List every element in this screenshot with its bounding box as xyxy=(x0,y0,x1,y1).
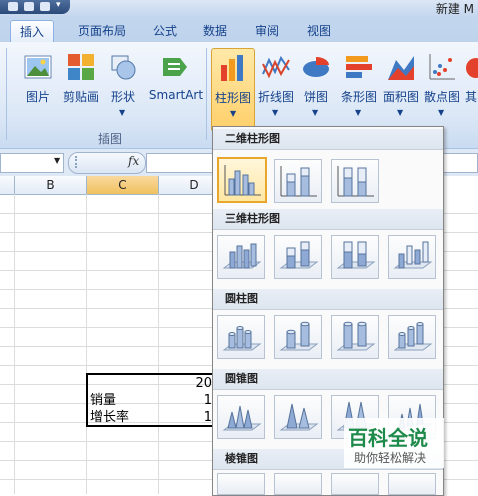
undo-icon[interactable] xyxy=(24,2,34,11)
percent-stacked-cylinder-option[interactable] xyxy=(331,315,379,359)
cell-label-growth[interactable]: 增长率 xyxy=(90,409,129,427)
scatter-chart-dropdown-icon: ▼ xyxy=(438,108,445,117)
other-charts-icon xyxy=(466,58,478,78)
office-button-icon[interactable] xyxy=(8,2,18,11)
area-chart-dropdown-icon: ▼ xyxy=(397,108,404,117)
insert-function-icon[interactable]: fx xyxy=(128,154,139,168)
stacked-cone-icon xyxy=(279,403,319,431)
3d-clustered-column-icon xyxy=(222,243,262,269)
cell-label-sales[interactable]: 销量 xyxy=(90,392,116,410)
percent-stacked-cylinder-icon xyxy=(336,321,376,351)
3d-cylinder-option[interactable] xyxy=(388,315,436,359)
section-cylinder: 圆柱图 xyxy=(213,289,443,310)
cell-d-header[interactable]: 20 xyxy=(160,375,212,393)
clipart-icon xyxy=(68,54,94,80)
3d-stacked-column-icon xyxy=(279,241,319,269)
shapes-dropdown-icon: ▼ xyxy=(119,108,126,117)
stacked-cylinder-option[interactable] xyxy=(274,315,322,359)
3d-column-icon xyxy=(393,241,433,269)
tab-view[interactable]: 视图 xyxy=(298,20,340,42)
stacked-column-option[interactable] xyxy=(274,159,322,203)
column-header-a[interactable] xyxy=(0,176,15,195)
smartart-button[interactable]: SmartArt xyxy=(149,48,203,128)
pie-chart-dropdown-icon: ▼ xyxy=(312,108,319,117)
shapes-icon xyxy=(111,55,136,80)
stacked-pyramid-option[interactable] xyxy=(274,473,322,495)
grid-line xyxy=(158,194,159,494)
window-title: 新建 M xyxy=(435,2,474,16)
scatter-chart-button[interactable]: 散点图 ▼ xyxy=(420,48,464,128)
column-header-c[interactable]: C xyxy=(87,176,159,195)
clustered-column-option[interactable] xyxy=(217,157,267,203)
percent-stacked-column-option[interactable] xyxy=(331,159,379,203)
pie-chart-icon xyxy=(303,57,329,77)
3d-percent-stacked-column-option[interactable] xyxy=(331,235,379,279)
clustered-column-icon xyxy=(224,165,261,196)
3d-cylinder-icon xyxy=(393,322,433,351)
section-cone: 圆锥图 xyxy=(213,369,443,390)
clustered-cone-option[interactable] xyxy=(217,395,265,439)
3d-column-option[interactable] xyxy=(388,235,436,279)
group-separator xyxy=(6,48,7,140)
3d-pyramid-option[interactable] xyxy=(388,473,436,495)
cell-d-growth[interactable]: 1 xyxy=(160,409,212,427)
clustered-cylinder-icon xyxy=(222,326,262,351)
stacked-cone-option[interactable] xyxy=(274,395,322,439)
section-2d-column: 二维柱形图 xyxy=(213,129,443,150)
tab-data[interactable]: 数据 xyxy=(194,20,236,42)
percent-stacked-column-icon xyxy=(337,166,374,197)
3d-stacked-column-option[interactable] xyxy=(274,235,322,279)
qat-dropdown-icon[interactable]: ▾ xyxy=(56,0,61,10)
picture-icon xyxy=(24,55,52,79)
line-chart-dropdown-icon: ▼ xyxy=(272,108,279,117)
tab-page-layout[interactable]: 页面布局 xyxy=(66,20,138,42)
grid-line xyxy=(14,194,15,494)
section-3d-column: 三维柱形图 xyxy=(213,209,443,230)
watermark-subtitle: 助你轻松解决 xyxy=(354,451,427,465)
redo-icon[interactable] xyxy=(40,2,50,11)
title-bar: ▾ 新建 M xyxy=(0,0,478,16)
grid-line xyxy=(86,194,87,494)
other-charts-button[interactable]: 其 xyxy=(462,48,478,128)
group-illustrations-label: 插图 xyxy=(98,132,123,146)
shapes-label: 形状 xyxy=(110,90,135,104)
formula-bar-grip-icon[interactable] xyxy=(75,156,85,168)
clustered-pyramid-option[interactable] xyxy=(217,473,265,495)
3d-clustered-column-option[interactable] xyxy=(217,235,265,279)
quick-access-toolbar[interactable]: ▾ xyxy=(0,0,70,14)
horizontal-bar-chart-icon xyxy=(346,56,372,78)
clustered-cone-icon xyxy=(222,405,262,431)
tab-review[interactable]: 审阅 xyxy=(246,20,288,42)
name-box-dropdown-icon[interactable]: ▼ xyxy=(54,156,60,165)
stacked-column-icon xyxy=(280,166,317,197)
watermark-title: 百科全说 xyxy=(348,426,428,450)
3d-percent-stacked-column-icon xyxy=(336,241,376,269)
ribbon-tab-strip: 插入 页面布局 公式 数据 审阅 视图 xyxy=(0,16,478,43)
smartart-icon xyxy=(163,58,187,76)
column-header-b[interactable]: B xyxy=(15,176,87,195)
tab-formulas[interactable]: 公式 xyxy=(144,20,186,42)
clustered-cylinder-option[interactable] xyxy=(217,315,265,359)
area-chart-icon xyxy=(388,56,414,80)
line-chart-icon xyxy=(262,55,290,79)
bar-chart-dropdown-icon: ▼ xyxy=(230,109,237,118)
smartart-label: SmartArt xyxy=(148,88,204,102)
horizontal-bar-chart-dropdown-icon: ▼ xyxy=(355,108,362,117)
scatter-chart-icon xyxy=(429,54,455,80)
cell-d-sales[interactable]: 1 xyxy=(160,392,212,410)
bar-chart-icon xyxy=(221,55,243,81)
tab-insert[interactable]: 插入 xyxy=(10,20,54,43)
percent-stacked-pyramid-option[interactable] xyxy=(331,473,379,495)
other-charts-label: 其 xyxy=(464,90,477,104)
stacked-cylinder-icon xyxy=(279,321,319,351)
shapes-button[interactable]: 形状 ▼ xyxy=(101,48,145,128)
